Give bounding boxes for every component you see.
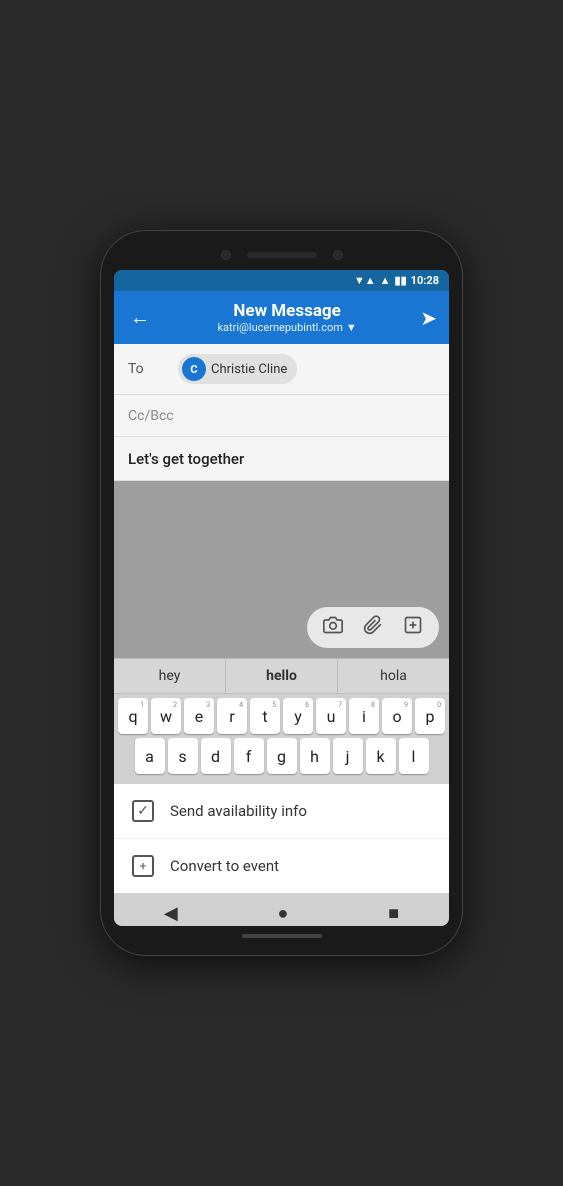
recipient-avatar: C — [182, 357, 206, 381]
subject-row[interactable]: Let's get together — [114, 437, 449, 481]
subject-text: Let's get together — [128, 450, 244, 468]
convert-to-event-item[interactable]: + Convert to event — [114, 839, 449, 893]
key-k[interactable]: k — [366, 738, 396, 774]
key-g[interactable]: g — [267, 738, 297, 774]
recipient-chip[interactable]: C Christie Cline — [178, 354, 297, 384]
key-y[interactable]: 6y — [283, 698, 313, 734]
key-l[interactable]: l — [399, 738, 429, 774]
autocomplete-hola[interactable]: hola — [338, 659, 449, 693]
keyboard-row-2: a s d f g h j k l — [116, 738, 447, 774]
status-bar: ▼▲ ▲ ▮▮ 10:28 — [114, 270, 449, 291]
key-i[interactable]: 8i — [349, 698, 379, 734]
email-fields: To C Christie Cline Cc/Bcc Let's get tog… — [114, 344, 449, 481]
attach-button[interactable] — [361, 613, 385, 642]
back-button[interactable]: ← — [126, 301, 154, 334]
time-display: 10:28 — [411, 274, 439, 287]
convert-to-event-label: Convert to event — [170, 857, 279, 875]
keyboard: 1q 2w 3e 4r 5t 6y 7u 8i 9o 0p a s d f g … — [114, 694, 449, 784]
key-r[interactable]: 4r — [217, 698, 247, 734]
phone-frame: ▼▲ ▲ ▮▮ 10:28 ← New Message katri@lucern… — [100, 230, 463, 956]
nav-home-button[interactable]: ● — [278, 903, 289, 924]
front-sensor — [333, 250, 343, 260]
nav-recents-button[interactable]: ■ — [388, 903, 399, 924]
key-p[interactable]: 0p — [415, 698, 445, 734]
camera-dot — [221, 250, 231, 260]
plus-square-icon: + — [132, 855, 154, 877]
signal-icon: ▲ — [380, 274, 391, 287]
key-q[interactable]: 1q — [118, 698, 148, 734]
autocomplete-hey[interactable]: hey — [114, 659, 226, 693]
bottom-sheet: ✓ Send availability info + Convert to ev… — [114, 784, 449, 893]
key-e[interactable]: 3e — [184, 698, 214, 734]
autocomplete-hello[interactable]: hello — [226, 659, 338, 693]
app-bar-subtitle: katri@lucernepubintl.com ▼ — [154, 321, 420, 334]
cc-bcc-row[interactable]: Cc/Bcc — [114, 395, 449, 437]
key-h[interactable]: h — [300, 738, 330, 774]
key-s[interactable]: s — [168, 738, 198, 774]
status-icons: ▼▲ ▲ ▮▮ 10:28 — [354, 274, 439, 287]
send-availability-label: Send availability info — [170, 802, 307, 820]
recipient-name: Christie Cline — [211, 362, 287, 377]
phone-bottom-bar — [114, 926, 449, 942]
cc-bcc-label: Cc/Bcc — [128, 408, 174, 424]
to-field-row: To C Christie Cline — [114, 344, 449, 395]
compose-toolbar — [114, 601, 449, 658]
check-icon: ✓ — [132, 800, 154, 822]
key-t[interactable]: 5t — [250, 698, 280, 734]
phone-screen: ▼▲ ▲ ▮▮ 10:28 ← New Message katri@lucern… — [114, 270, 449, 926]
send-availability-item[interactable]: ✓ Send availability info — [114, 784, 449, 839]
app-bar: ← New Message katri@lucernepubintl.com ▼… — [114, 291, 449, 344]
dropdown-icon[interactable]: ▼ — [346, 321, 357, 334]
key-d[interactable]: d — [201, 738, 231, 774]
phone-top-bar — [114, 244, 449, 270]
key-f[interactable]: f — [234, 738, 264, 774]
wifi-icon: ▼▲ — [354, 274, 376, 287]
key-u[interactable]: 7u — [316, 698, 346, 734]
to-label: To — [128, 361, 178, 377]
key-w[interactable]: 2w — [151, 698, 181, 734]
message-body[interactable] — [114, 481, 449, 601]
battery-icon: ▮▮ — [395, 274, 407, 287]
nav-back-button[interactable]: ◀ — [164, 903, 178, 924]
key-o[interactable]: 9o — [382, 698, 412, 734]
speaker-bar — [247, 252, 317, 258]
autocomplete-bar: hey hello hola — [114, 658, 449, 694]
key-j[interactable]: j — [333, 738, 363, 774]
app-bar-center: New Message katri@lucernepubintl.com ▼ — [154, 301, 420, 334]
key-a[interactable]: a — [135, 738, 165, 774]
add-button[interactable] — [401, 613, 425, 642]
nav-bar: ◀ ● ■ — [114, 893, 449, 926]
keyboard-row-1: 1q 2w 3e 4r 5t 6y 7u 8i 9o 0p — [116, 698, 447, 734]
send-button[interactable]: ➤ — [420, 306, 437, 330]
camera-button[interactable] — [321, 613, 345, 642]
app-bar-title: New Message — [154, 301, 420, 321]
sender-email: katri@lucernepubintl.com — [217, 321, 342, 334]
toolbar-buttons — [307, 607, 439, 648]
home-indicator — [242, 934, 322, 938]
